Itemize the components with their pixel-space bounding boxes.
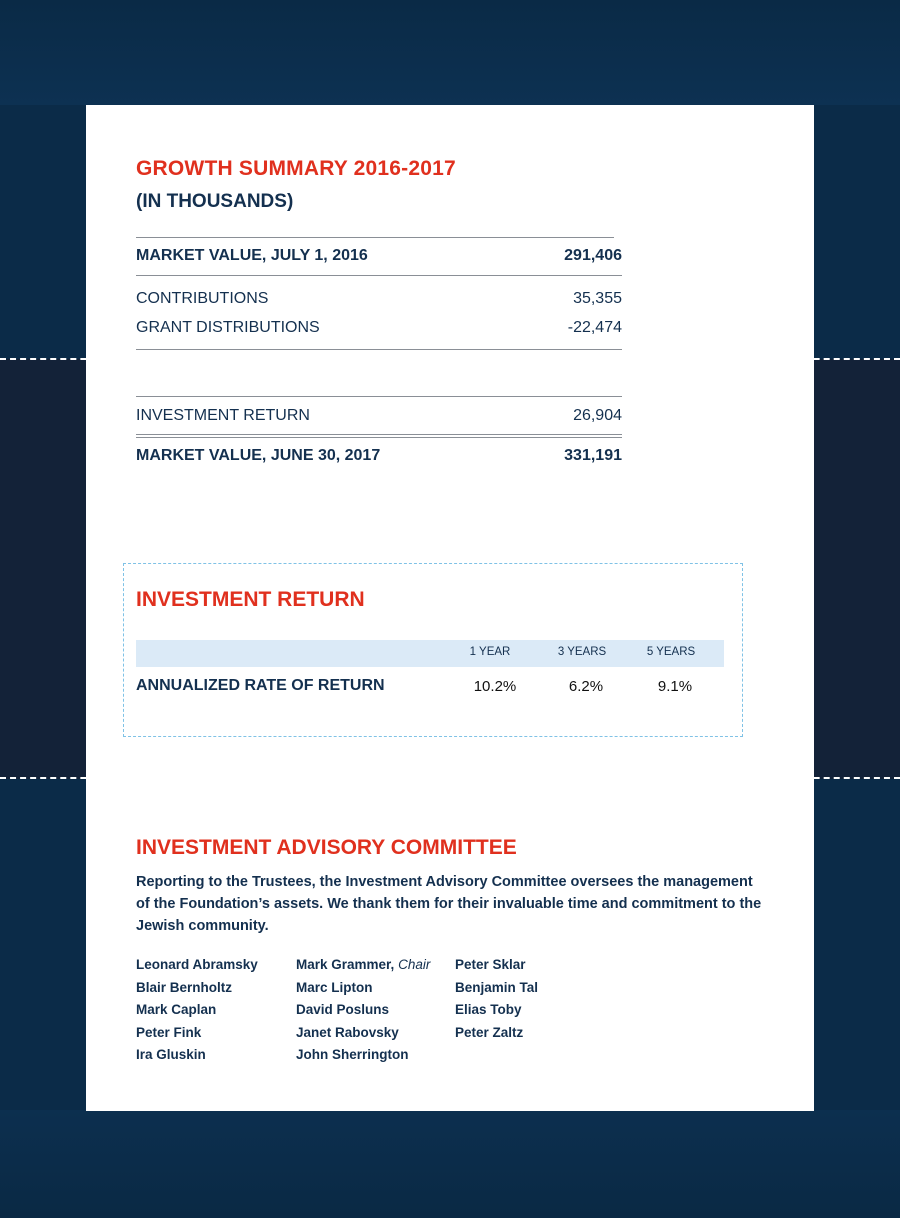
committee-member: Peter Fink [136,1024,202,1040]
committee-member: Mark Caplan [136,1002,217,1017]
committee-member: John Sherrington [296,1047,409,1062]
background-bottom [0,1110,900,1218]
table-row: GRANT DISTRIBUTIONS -22,474 [136,319,622,337]
return-value-3-years: 6.2% [568,678,604,695]
table-rule [136,275,622,276]
committee-member: David Posluns [296,1002,390,1017]
table-row: MARKET VALUE, JULY 1, 2016 291,406 [136,247,622,265]
return-value-5-years: 9.1% [657,678,693,695]
row-value: 291,406 [564,247,622,264]
table-row: CONTRIBUTIONS 35,355 [136,290,622,308]
table-rule [136,349,622,350]
row-label: CONTRIBUTIONS [136,290,269,307]
growth-summary-subtitle: (IN THOUSANDS) [136,191,294,212]
chair-role: Chair [398,957,431,972]
column-header-5-years: 5 YEARS [646,646,696,658]
row-value: 26,904 [573,407,622,424]
column-header-1-year: 1 YEAR [469,646,511,658]
row-label: MARKET VALUE, JULY 1, 2016 [136,247,368,264]
committee-title: INVESTMENT ADVISORY COMMITTEE [136,836,517,859]
committee-member: Elias Toby [455,1002,522,1017]
table-rule [136,434,622,435]
row-value: 331,191 [564,447,622,464]
committee-column-3: Peter Sklar Benjamin Tal Elias Toby Pete… [455,954,538,1044]
document-card: GROWTH SUMMARY 2016-2017 (IN THOUSANDS) … [86,105,814,1111]
table-rule [136,237,614,238]
table-rule [136,437,622,438]
growth-summary-title: GROWTH SUMMARY 2016-2017 [136,157,456,180]
committee-member: Ira Gluskin [136,1047,206,1062]
committee-member: Peter Sklar [455,957,526,972]
row-label: MARKET VALUE, JUNE 30, 2017 [136,447,381,464]
row-value: -22,474 [567,319,622,336]
return-value-1-year: 10.2% [473,678,517,695]
committee-column-1: Leonard Abramsky Blair Bernholtz Mark Ca… [136,954,258,1067]
table-row: INVESTMENT RETURN 26,904 [136,407,622,425]
committee-member: Blair Bernholtz [136,979,233,995]
return-row-label: ANNUALIZED RATE OF RETURN [136,677,385,694]
background-top [0,0,900,105]
committee-member: Peter Zaltz [455,1024,524,1040]
committee-member: Benjamin Tal [455,979,539,995]
committee-member: Janet Rabovsky [296,1024,399,1040]
committee-column-2: Mark Grammer, Chair Marc Lipton David Po… [296,954,430,1067]
column-header-3-years: 3 YEARS [557,646,607,658]
row-label: INVESTMENT RETURN [136,407,310,424]
row-label: GRANT DISTRIBUTIONS [136,319,320,336]
investment-return-title: INVESTMENT RETURN [136,588,365,611]
committee-member-name: Mark Grammer, [296,957,395,972]
committee-member: Leonard Abramsky [136,957,258,972]
committee-member-chair: Mark Grammer, Chair [296,954,430,977]
table-rule [136,396,622,397]
committee-description: Reporting to the Trustees, the Investmen… [136,874,762,934]
committee-member: Marc Lipton [296,979,373,995]
row-value: 35,355 [573,290,622,307]
table-row: MARKET VALUE, JUNE 30, 2017 331,191 [136,447,622,465]
